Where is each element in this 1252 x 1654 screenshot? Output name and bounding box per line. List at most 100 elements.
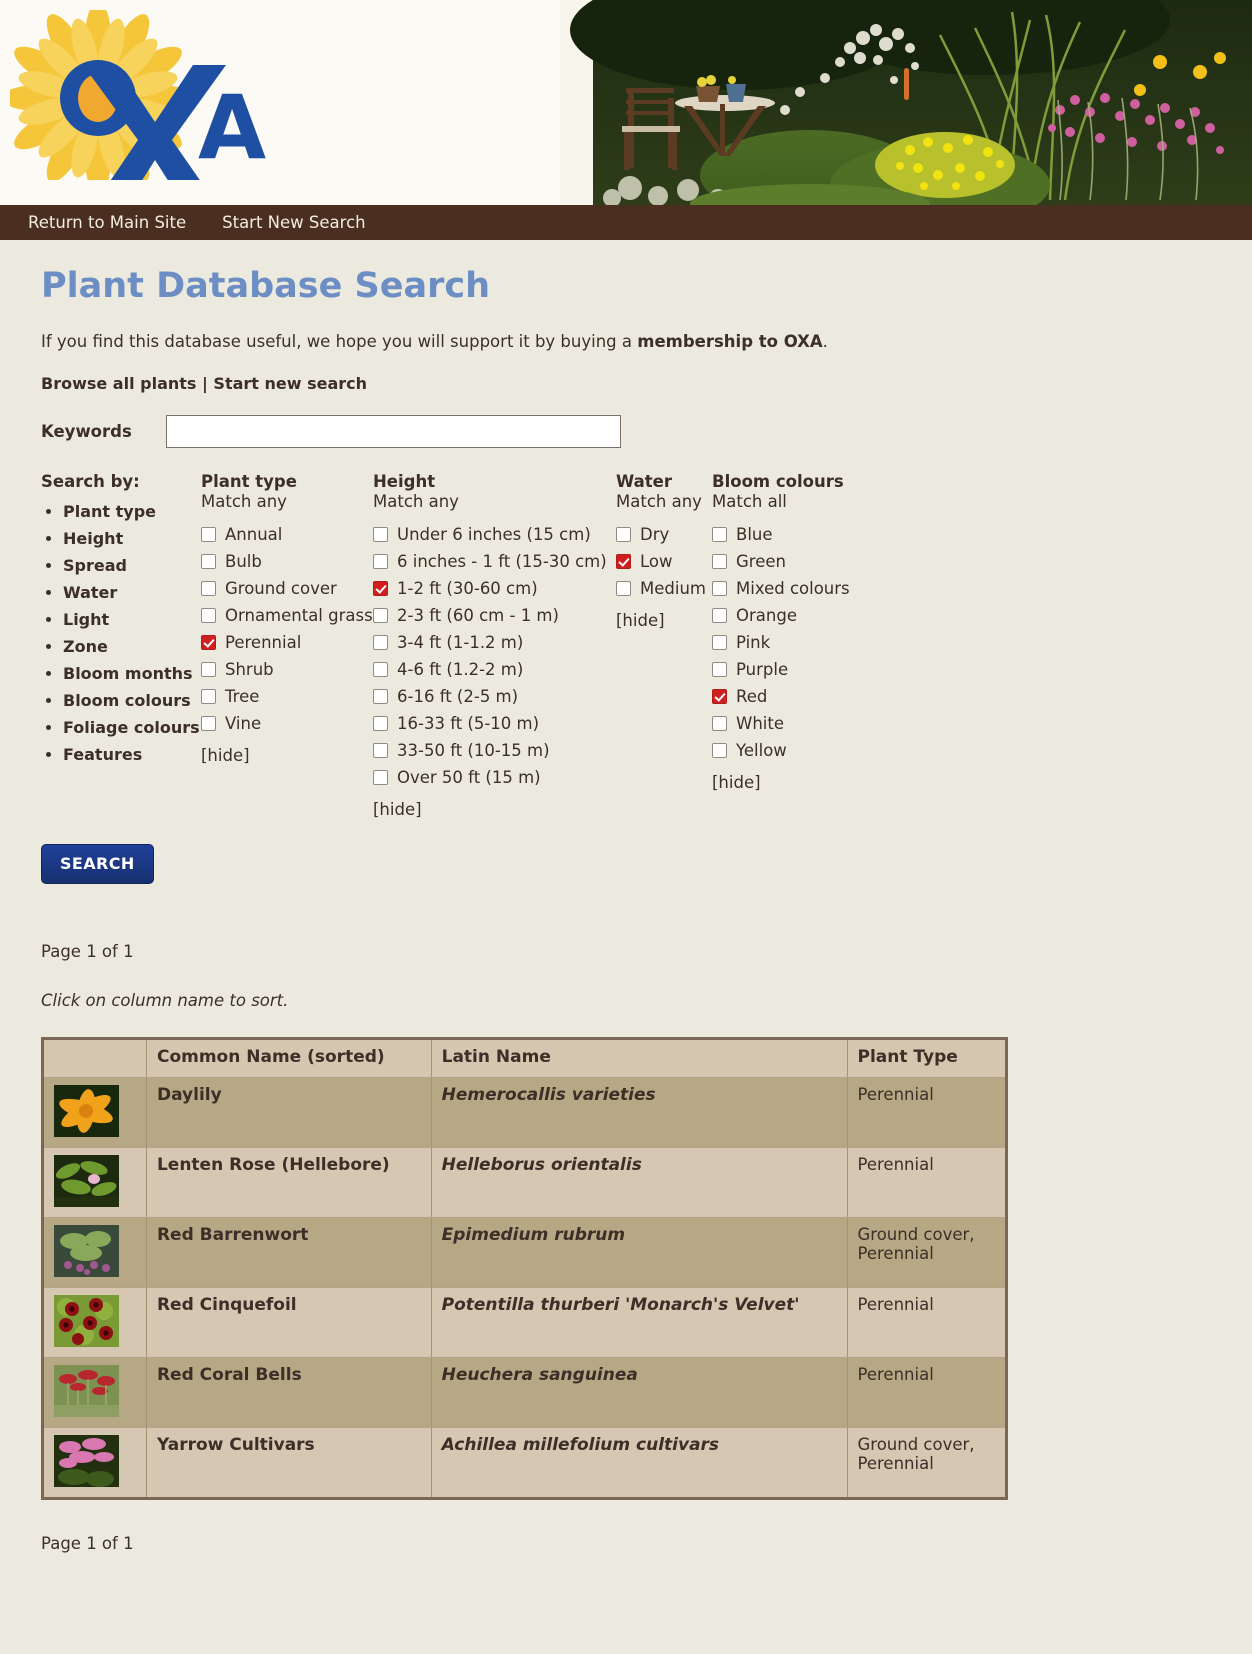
search-by-item-spread[interactable]: Spread: [63, 552, 201, 579]
column-header-common-name[interactable]: Common Name (sorted): [146, 1039, 431, 1078]
red-barrenwort-thumbnail[interactable]: [54, 1225, 119, 1277]
option-shrub[interactable]: Shrub: [201, 656, 373, 683]
row-common-name[interactable]: Daylily: [146, 1078, 431, 1148]
option-vine[interactable]: Vine: [201, 710, 373, 737]
checkbox-mixed-colours[interactable]: [712, 581, 727, 596]
checkbox-purple[interactable]: [712, 662, 727, 677]
option-annual[interactable]: Annual: [201, 521, 373, 548]
checkbox-4-6-ft[interactable]: [373, 662, 388, 677]
checkbox-shrub[interactable]: [201, 662, 216, 677]
hide-link-bloom-colours[interactable]: [hide]: [712, 773, 892, 792]
search-by-item-bloom-colours[interactable]: Bloom colours: [63, 687, 201, 714]
browse-all-plants-link[interactable]: Browse all plants: [41, 374, 196, 393]
option-perennial[interactable]: Perennial: [201, 629, 373, 656]
checkbox-red[interactable]: [712, 689, 727, 704]
option-4-6-ft[interactable]: 4-6 ft (1.2-2 m): [373, 656, 616, 683]
checkbox-ground-cover[interactable]: [201, 581, 216, 596]
checkbox-33-50-ft[interactable]: [373, 743, 388, 758]
option-6-16-ft[interactable]: 6-16 ft (2-5 m): [373, 683, 616, 710]
search-button[interactable]: SEARCH: [41, 844, 154, 884]
checkbox-medium[interactable]: [616, 581, 631, 596]
checkbox-2-3-ft[interactable]: [373, 608, 388, 623]
option-over-50-ft[interactable]: Over 50 ft (15 m): [373, 764, 616, 791]
option-white[interactable]: White: [712, 710, 892, 737]
table-row[interactable]: Red Coral Bells Heuchera sanguinea Peren…: [43, 1358, 1007, 1428]
table-row[interactable]: Red Cinquefoil Potentilla thurberi 'Mona…: [43, 1288, 1007, 1358]
checkbox-orange[interactable]: [712, 608, 727, 623]
option-mixed-colours[interactable]: Mixed colours: [712, 575, 892, 602]
hide-link-water[interactable]: [hide]: [616, 611, 712, 630]
checkbox-perennial[interactable]: [201, 635, 216, 650]
option-ground-cover[interactable]: Ground cover: [201, 575, 373, 602]
checkbox-6-inches-1-ft[interactable]: [373, 554, 388, 569]
row-thumbnail-cell[interactable]: [43, 1288, 147, 1358]
row-thumbnail-cell[interactable]: [43, 1148, 147, 1218]
row-thumbnail-cell[interactable]: [43, 1218, 147, 1288]
column-header-plant-type[interactable]: Plant Type: [847, 1039, 1007, 1078]
checkbox-white[interactable]: [712, 716, 727, 731]
hide-link-plant-type[interactable]: [hide]: [201, 746, 373, 765]
option-yellow[interactable]: Yellow: [712, 737, 892, 764]
option-blue[interactable]: Blue: [712, 521, 892, 548]
row-common-name[interactable]: Red Cinquefoil: [146, 1288, 431, 1358]
membership-link[interactable]: membership to OXA: [637, 332, 822, 351]
lenten-rose-thumbnail[interactable]: [54, 1155, 119, 1207]
checkbox-16-33-ft[interactable]: [373, 716, 388, 731]
column-header-latin-name[interactable]: Latin Name: [431, 1039, 847, 1078]
option-purple[interactable]: Purple: [712, 656, 892, 683]
daylily-thumbnail[interactable]: [54, 1085, 119, 1137]
option-33-50-ft[interactable]: 33-50 ft (10-15 m): [373, 737, 616, 764]
search-by-item-water[interactable]: Water: [63, 579, 201, 606]
row-common-name[interactable]: Yarrow Cultivars: [146, 1428, 431, 1499]
option-tree[interactable]: Tree: [201, 683, 373, 710]
option-1-2-ft[interactable]: 1-2 ft (30-60 cm): [373, 575, 616, 602]
option-16-33-ft[interactable]: 16-33 ft (5-10 m): [373, 710, 616, 737]
row-thumbnail-cell[interactable]: [43, 1078, 147, 1148]
search-by-item-bloom-months[interactable]: Bloom months: [63, 660, 201, 687]
option-6-inches-1-ft[interactable]: 6 inches - 1 ft (15-30 cm): [373, 548, 616, 575]
row-thumbnail-cell[interactable]: [43, 1358, 147, 1428]
option-red[interactable]: Red: [712, 683, 892, 710]
search-input[interactable]: [166, 415, 621, 448]
search-by-item-features[interactable]: Features: [63, 741, 201, 768]
search-by-item-zone[interactable]: Zone: [63, 633, 201, 660]
option-under-6-inches[interactable]: Under 6 inches (15 cm): [373, 521, 616, 548]
checkbox-vine[interactable]: [201, 716, 216, 731]
search-by-item-foliage-colours[interactable]: Foliage colours: [63, 714, 201, 741]
search-by-item-height[interactable]: Height: [63, 525, 201, 552]
row-common-name[interactable]: Red Coral Bells: [146, 1358, 431, 1428]
checkbox-green[interactable]: [712, 554, 727, 569]
checkbox-yellow[interactable]: [712, 743, 727, 758]
table-row[interactable]: Lenten Rose (Hellebore) Helleborus orien…: [43, 1148, 1007, 1218]
option-2-3-ft[interactable]: 2-3 ft (60 cm - 1 m): [373, 602, 616, 629]
checkbox-annual[interactable]: [201, 527, 216, 542]
table-row[interactable]: Yarrow Cultivars Achillea millefolium cu…: [43, 1428, 1007, 1499]
table-row[interactable]: Daylily Hemerocallis varieties Perennial: [43, 1078, 1007, 1148]
option-green[interactable]: Green: [712, 548, 892, 575]
nav-return-to-main-site[interactable]: Return to Main Site: [28, 213, 186, 232]
row-thumbnail-cell[interactable]: [43, 1428, 147, 1499]
checkbox-3-4-ft[interactable]: [373, 635, 388, 650]
option-3-4-ft[interactable]: 3-4 ft (1-1.2 m): [373, 629, 616, 656]
search-by-item-light[interactable]: Light: [63, 606, 201, 633]
checkbox-1-2-ft[interactable]: [373, 581, 388, 596]
red-coral-bells-thumbnail[interactable]: [54, 1365, 119, 1417]
hide-link-height[interactable]: [hide]: [373, 800, 616, 819]
checkbox-over-50-ft[interactable]: [373, 770, 388, 785]
checkbox-bulb[interactable]: [201, 554, 216, 569]
yarrow-cultivars-thumbnail[interactable]: [54, 1435, 119, 1487]
table-row[interactable]: Red Barrenwort Epimedium rubrum Ground c…: [43, 1218, 1007, 1288]
checkbox-ornamental-grass[interactable]: [201, 608, 216, 623]
nav-start-new-search[interactable]: Start New Search: [222, 213, 365, 232]
option-dry[interactable]: Dry: [616, 521, 712, 548]
checkbox-under-6-inches[interactable]: [373, 527, 388, 542]
checkbox-6-16-ft[interactable]: [373, 689, 388, 704]
checkbox-dry[interactable]: [616, 527, 631, 542]
option-low[interactable]: Low: [616, 548, 712, 575]
option-pink[interactable]: Pink: [712, 629, 892, 656]
option-medium[interactable]: Medium: [616, 575, 712, 602]
checkbox-tree[interactable]: [201, 689, 216, 704]
start-new-search-link[interactable]: Start new search: [213, 374, 367, 393]
checkbox-pink[interactable]: [712, 635, 727, 650]
option-orange[interactable]: Orange: [712, 602, 892, 629]
